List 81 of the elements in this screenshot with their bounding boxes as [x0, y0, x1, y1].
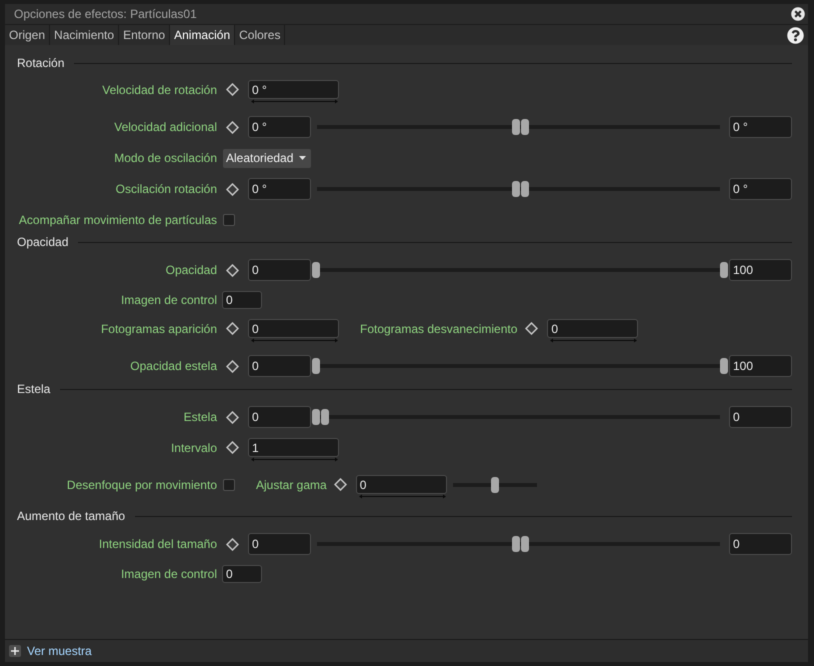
- field-label: Opacidad: [166, 262, 217, 279]
- slider-thumb[interactable]: [520, 536, 528, 552]
- slider-thumb[interactable]: [321, 409, 329, 425]
- field-label: Acompañar movimiento de partículas: [18, 212, 217, 229]
- diamond-icon[interactable]: [226, 360, 239, 372]
- spin-field[interactable]: 0 °: [248, 80, 339, 99]
- slider-thumb[interactable]: [720, 358, 728, 374]
- value-field[interactable]: 0: [248, 406, 311, 428]
- mode-dropdown[interactable]: Aleatoriedad: [223, 148, 311, 168]
- help-icon[interactable]: [787, 26, 804, 44]
- spin-field[interactable]: 0: [547, 319, 638, 338]
- value-field[interactable]: 100: [729, 355, 792, 377]
- value-field[interactable]: 100: [729, 259, 792, 281]
- diamond-icon[interactable]: [525, 322, 538, 335]
- preview-toggle-link[interactable]: Ver muestra: [27, 642, 92, 660]
- field-label: Ajustar gama: [256, 476, 327, 494]
- diamond-icon[interactable]: [334, 478, 347, 491]
- slider-thumb[interactable]: [312, 262, 320, 278]
- caret-down-icon: [299, 156, 306, 160]
- field-label: Oscilación rotación: [116, 181, 217, 198]
- slider-track[interactable]: [452, 476, 537, 492]
- field-label: Intensidad del tamaño: [98, 536, 217, 553]
- field-label: Imagen de control: [120, 566, 217, 583]
- diamond-icon[interactable]: [226, 182, 239, 196]
- double-arrow-icon: [251, 457, 338, 462]
- spin-field[interactable]: 1: [248, 438, 339, 457]
- field-label: Fotogramas aparición: [100, 320, 217, 338]
- diamond-icon[interactable]: [226, 83, 239, 96]
- close-icon[interactable]: [791, 7, 805, 21]
- diamond-icon[interactable]: [226, 538, 239, 550]
- double-arrow-icon: [251, 99, 338, 104]
- slider-thumb[interactable]: [490, 476, 499, 492]
- field-label: Velocidad de rotación: [102, 82, 217, 98]
- slider-thumb[interactable]: [520, 181, 528, 197]
- field-label: Desenfoque por movimiento: [66, 476, 217, 494]
- section-title: Aumento de tamaño: [17, 508, 126, 525]
- slider-thumb[interactable]: [512, 119, 520, 135]
- slider-thumb[interactable]: [312, 409, 320, 425]
- diamond-icon[interactable]: [226, 441, 239, 454]
- slider-track[interactable]: [311, 262, 729, 278]
- value-field[interactable]: 0 °: [729, 116, 792, 138]
- field-label: Intervalo: [170, 440, 217, 456]
- value-field[interactable]: 0: [248, 355, 311, 377]
- spin-field[interactable]: 0: [248, 319, 339, 338]
- value-field[interactable]: 0 °: [729, 178, 792, 200]
- field-label: Fotogramas desvanecimiento: [360, 320, 518, 338]
- field-label: Estela: [184, 409, 217, 426]
- value-field[interactable]: 0 °: [248, 178, 311, 200]
- value-field[interactable]: 0: [248, 259, 311, 281]
- section-title: Estela: [17, 381, 50, 398]
- window-title: Opciones de efectos: Partículas01: [14, 6, 197, 23]
- field-label: Modo de oscilación: [114, 150, 217, 167]
- number-field[interactable]: 0: [222, 291, 262, 309]
- checkbox[interactable]: [223, 478, 235, 490]
- double-arrow-icon: [251, 338, 338, 343]
- spin-field[interactable]: 0: [356, 475, 447, 494]
- field-label: Velocidad adicional: [114, 119, 217, 136]
- diamond-icon[interactable]: [226, 322, 239, 335]
- expand-plus-icon[interactable]: [9, 645, 21, 657]
- slider-thumb[interactable]: [720, 262, 728, 278]
- slider-track[interactable]: [311, 358, 729, 374]
- number-field[interactable]: 0: [222, 565, 262, 583]
- field-label: Opacidad estela: [130, 358, 217, 375]
- section-title: Rotación: [17, 55, 64, 72]
- value-field[interactable]: 0: [729, 406, 792, 428]
- value-field[interactable]: 0 °: [248, 116, 311, 138]
- diamond-icon[interactable]: [226, 264, 239, 276]
- double-arrow-icon: [550, 338, 638, 343]
- slider-thumb[interactable]: [512, 181, 520, 197]
- slider-thumb[interactable]: [512, 536, 520, 552]
- double-arrow-icon: [358, 494, 446, 499]
- value-field[interactable]: 0: [729, 533, 792, 555]
- diamond-icon[interactable]: [226, 410, 239, 424]
- tab[interactable]: Animación: [170, 25, 236, 45]
- slider-thumb[interactable]: [520, 119, 528, 135]
- section-title: Opacidad: [17, 234, 68, 251]
- diamond-icon[interactable]: [226, 120, 239, 134]
- checkbox[interactable]: [223, 214, 235, 226]
- field-label: Imagen de control: [120, 292, 217, 309]
- slider-thumb[interactable]: [312, 358, 320, 374]
- value-field[interactable]: 0: [248, 533, 311, 555]
